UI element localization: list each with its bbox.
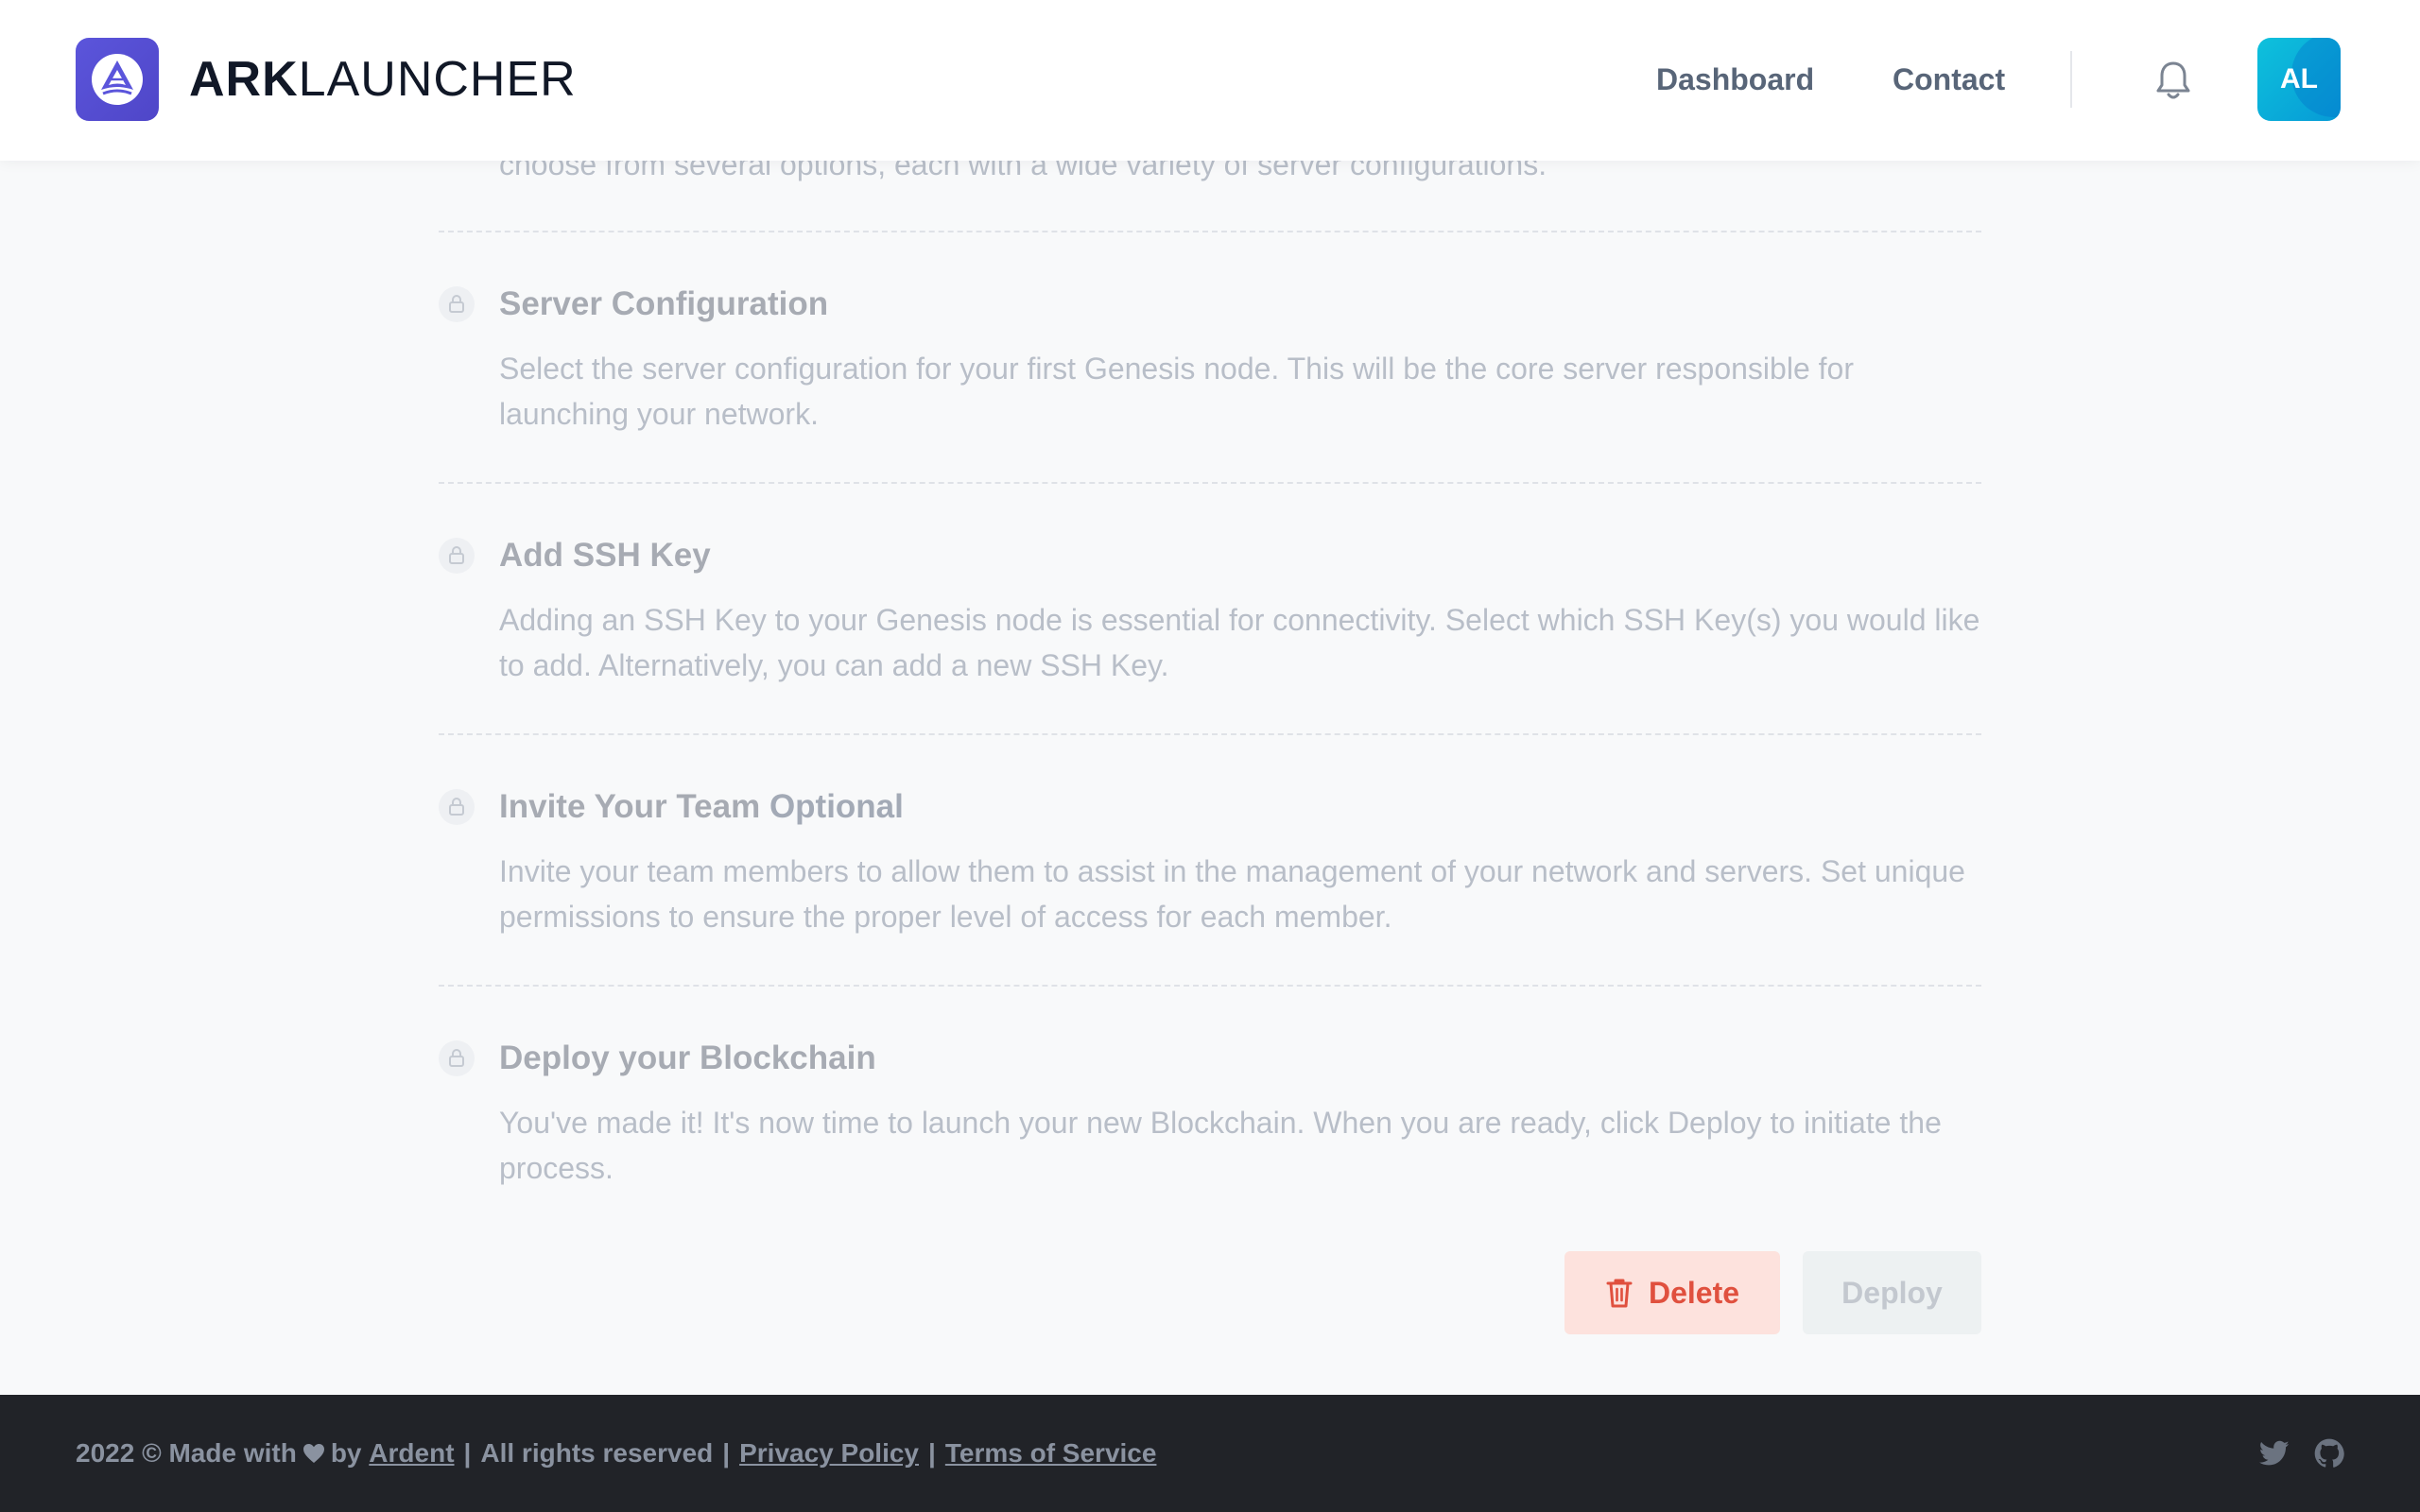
footer-rights: All rights reserved <box>480 1438 714 1468</box>
nav-link-dashboard[interactable]: Dashboard <box>1656 59 1814 100</box>
step-title-text: Invite Your Team <box>499 788 761 825</box>
top-navbar: ARKLAUNCHER Dashboard Contact AL <box>0 0 2420 161</box>
step-desc: You've made it! It's now time to launch … <box>499 1106 1942 1185</box>
step-desc: Adding an SSH Key to your Genesis node i… <box>499 603 1980 682</box>
footer-made-with: 2022 © Made with <box>76 1438 297 1468</box>
lock-icon <box>439 1040 475 1076</box>
trash-icon <box>1606 1279 1633 1308</box>
footer-by: by <box>330 1438 362 1468</box>
lock-icon <box>439 538 475 574</box>
step-title: Add SSH Key <box>499 537 711 574</box>
ark-logo-icon[interactable] <box>76 38 159 121</box>
lock-icon <box>439 286 475 322</box>
delete-button[interactable]: Delete <box>1564 1251 1780 1334</box>
nav-divider <box>2070 51 2072 108</box>
delete-label: Delete <box>1648 1275 1740 1310</box>
footer-separator: | <box>722 1438 731 1468</box>
step-divider <box>439 733 1981 735</box>
step-title: Invite Your Team Optional <box>499 786 904 828</box>
heart-icon <box>302 1443 325 1464</box>
avatar-initials: AL <box>2280 63 2318 94</box>
step-title: Server Configuration <box>499 285 829 322</box>
user-avatar[interactable]: AL <box>2257 38 2341 121</box>
optional-label: Optional <box>769 788 904 825</box>
footer-terms-link[interactable]: Terms of Service <box>945 1435 1157 1472</box>
brand-light: LAUNCHER <box>298 52 577 107</box>
footer-separator: | <box>463 1438 472 1468</box>
github-icon[interactable] <box>2312 1436 2346 1470</box>
step-title: Deploy your Blockchain <box>499 1040 876 1076</box>
footer: 2022 © Made with by Ardent | All rights … <box>0 1395 2420 1512</box>
lock-icon <box>439 789 475 825</box>
footer-text: 2022 © Made with by Ardent | All rights … <box>76 1435 1156 1472</box>
brand-wordmark[interactable]: ARKLAUNCHER <box>189 51 577 108</box>
step-divider <box>439 231 1981 232</box>
deploy-button[interactable]: Deploy <box>1803 1251 1981 1334</box>
footer-author-link[interactable]: Ardent <box>369 1435 454 1472</box>
nav-link-contact[interactable]: Contact <box>1893 59 2005 100</box>
step-desc: Invite your team members to allow them t… <box>499 854 1965 934</box>
step-divider <box>439 985 1981 987</box>
bell-icon[interactable] <box>2150 57 2197 104</box>
step-desc: Select the server configuration for your… <box>499 352 1854 431</box>
footer-separator: | <box>928 1438 936 1468</box>
step-divider <box>439 482 1981 484</box>
brand-bold: ARK <box>189 52 299 107</box>
twitter-icon[interactable] <box>2257 1436 2291 1470</box>
footer-privacy-link[interactable]: Privacy Policy <box>739 1435 919 1472</box>
